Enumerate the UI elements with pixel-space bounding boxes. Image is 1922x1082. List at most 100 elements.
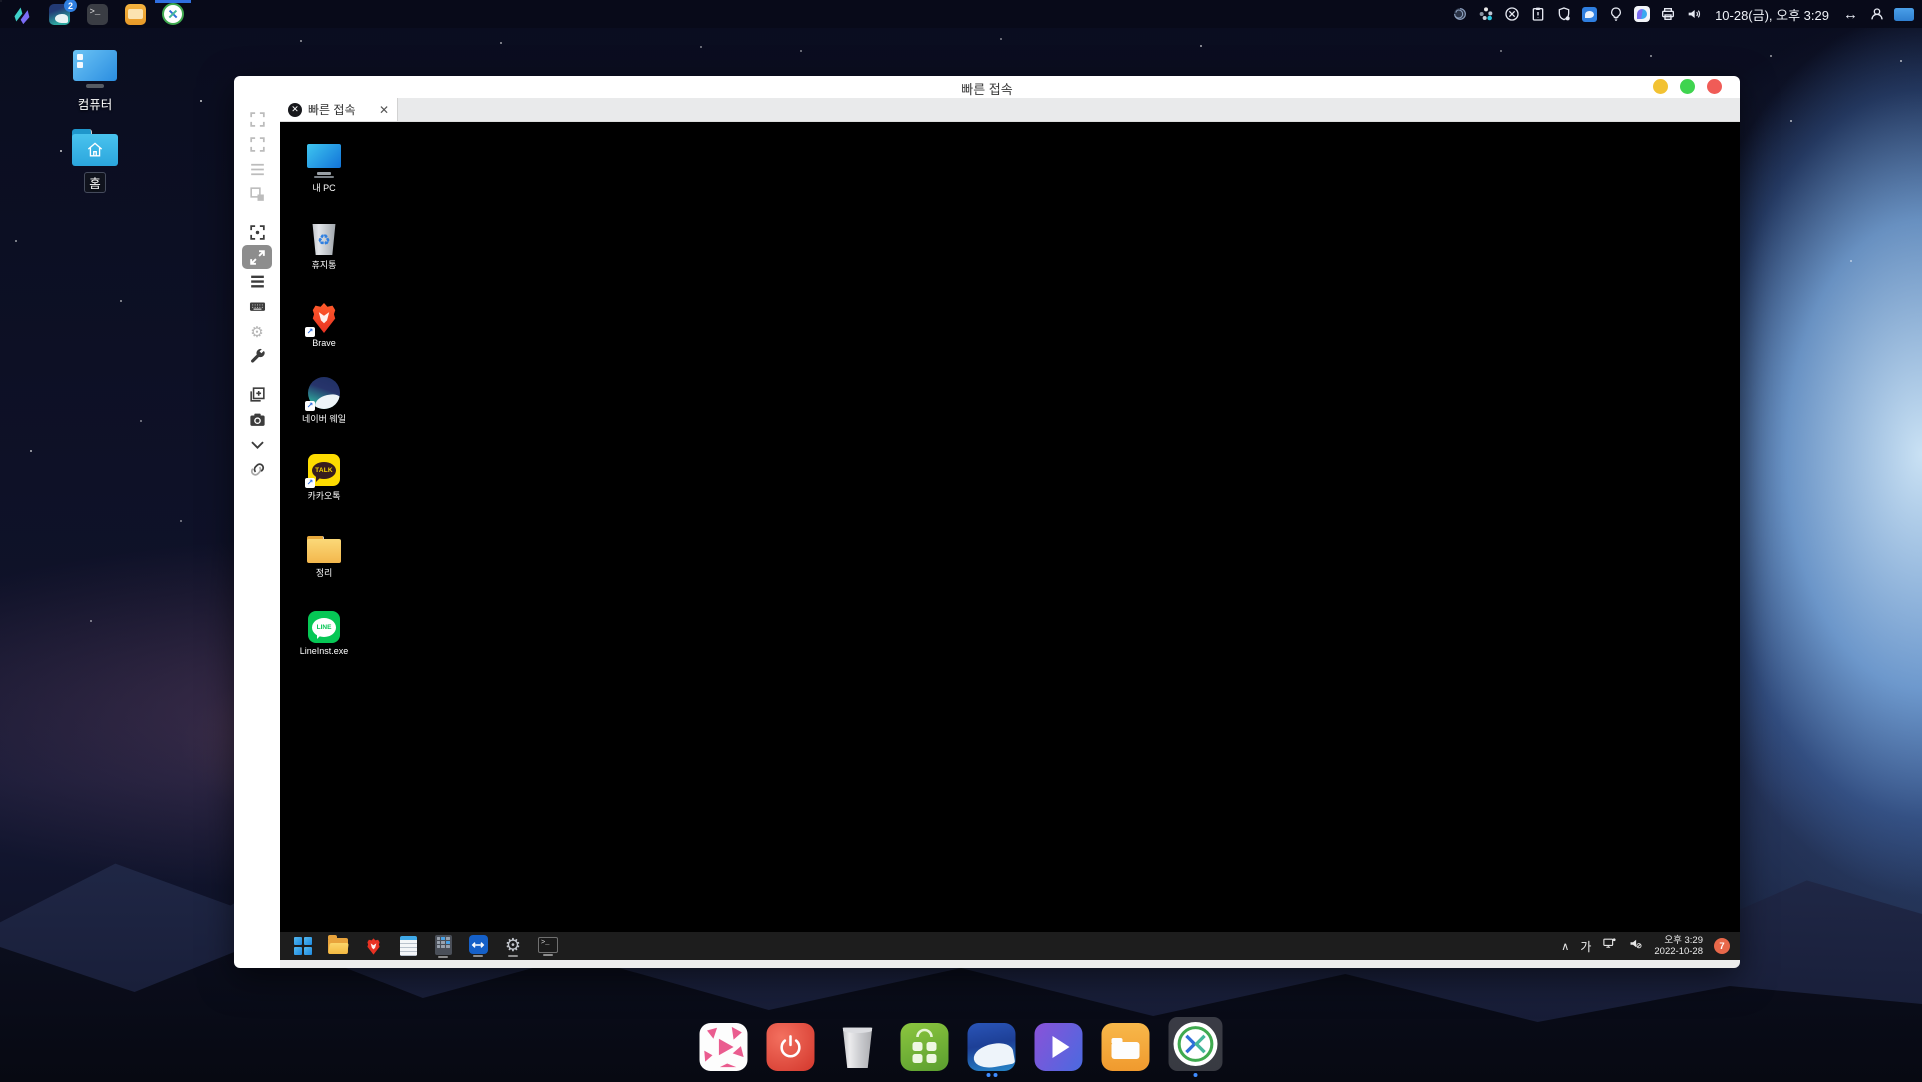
desktop-icon-label: 홈: [84, 172, 106, 193]
keyboard-icon[interactable]: [242, 294, 272, 319]
window-controls: [1653, 79, 1722, 94]
disconnect-link-icon[interactable]: [242, 457, 272, 482]
cmd-icon: >_: [538, 937, 558, 953]
viewer-tool-sidebar: ⚙: [234, 98, 280, 968]
remote-icon-folder[interactable]: 정리: [290, 523, 358, 579]
menu-bold-icon[interactable]: [242, 269, 272, 294]
sync-colored-icon[interactable]: [1477, 6, 1494, 23]
adaptive-scale-icon[interactable]: [242, 245, 272, 269]
launcher-remote-connect[interactable]: [160, 0, 186, 28]
remote-icon-brave[interactable]: ↗ Brave: [290, 292, 358, 348]
user-icon[interactable]: [1868, 6, 1885, 23]
detach-window-icon[interactable]: [242, 182, 272, 207]
launcher-file-manager[interactable]: [122, 0, 148, 28]
shortcut-arrow-badge: ↗: [305, 401, 315, 411]
fit-window-icon[interactable]: [242, 107, 272, 132]
desktop-icon-area: 컴퓨터 홈: [55, 50, 135, 209]
notepad-icon: [400, 936, 417, 956]
shortcut-arrow-badge: ↗: [305, 478, 315, 488]
collapse-chevron-icon[interactable]: [242, 432, 272, 457]
security-shield-icon[interactable]: [1555, 6, 1572, 23]
running-indicator: [986, 1072, 997, 1078]
remote-icon-naver-whale[interactable]: ↗ 네이버 웨일: [290, 369, 358, 425]
dock-item-trash[interactable]: [834, 1023, 882, 1078]
recycle-bin-icon: ♻: [311, 224, 337, 255]
house-icon: [85, 140, 105, 160]
launcher-terminal[interactable]: >_: [84, 0, 110, 28]
dock-item-whale-browser[interactable]: [968, 1023, 1016, 1078]
network-display-icon[interactable]: [1602, 936, 1617, 956]
whale-tray-icon[interactable]: [1633, 6, 1650, 23]
notification-count-badge[interactable]: 7: [1714, 938, 1730, 954]
remote-icon-my-pc[interactable]: 내 PC: [290, 138, 358, 194]
top-panel: 2 >_: [0, 0, 1922, 28]
gear-icon: ⚙: [505, 936, 521, 954]
remote-clock-time: 오후 3:29: [1654, 935, 1703, 946]
teamviewer-button[interactable]: [467, 935, 489, 957]
brave-taskbar-button[interactable]: [362, 937, 384, 956]
active-app-highlight: [1169, 1017, 1223, 1071]
settings-button[interactable]: ⚙: [502, 936, 524, 957]
volume-icon[interactable]: [1685, 6, 1702, 23]
calculator-button[interactable]: [432, 935, 454, 958]
minimize-button[interactable]: [1653, 79, 1668, 94]
launcher-hamonikr-menu[interactable]: [8, 0, 34, 28]
window-title: 빠른 접속: [234, 79, 1740, 98]
start-button[interactable]: [292, 937, 314, 955]
terminal-button[interactable]: >_: [537, 937, 559, 956]
remote-clock-date: 2022-10-28: [1654, 946, 1703, 957]
remote-icon-kakaotalk[interactable]: TALK ↗ 카카오톡: [290, 446, 358, 502]
dock-item-app-store[interactable]: [901, 1023, 949, 1078]
launcher-whale-browser[interactable]: 2: [46, 0, 72, 28]
dock-item-video-player[interactable]: [1035, 1023, 1083, 1078]
resize-arrows-icon[interactable]: ↔: [1842, 6, 1859, 23]
desktop-icon-label: 컴퓨터: [78, 94, 113, 113]
remote-connect-tray-icon[interactable]: [1503, 6, 1520, 23]
brave-icon: [365, 937, 382, 956]
dock-item-shutdown[interactable]: [767, 1023, 815, 1078]
power-icon: [767, 1023, 815, 1071]
file-explorer-button[interactable]: [327, 938, 349, 954]
notification-pill[interactable]: [1894, 8, 1914, 21]
volume-muted-icon[interactable]: [1628, 936, 1643, 956]
remote-viewer-window: 빠른 접속: [234, 76, 1740, 968]
remote-connect-icon: [162, 3, 184, 25]
korean-ime-indicator[interactable]: 가: [1580, 938, 1591, 955]
remote-clock[interactable]: 오후 3:29 2022-10-28: [1654, 935, 1703, 958]
korean-ime-icon[interactable]: [1581, 6, 1598, 23]
dock-item-remote-connect[interactable]: [1169, 1017, 1223, 1078]
desktop-icon-home[interactable]: 홈: [55, 129, 135, 193]
screenshot-camera-icon[interactable]: [242, 407, 272, 432]
new-session-icon[interactable]: [242, 382, 272, 407]
dock-item-media-player-haruna[interactable]: [700, 1023, 748, 1078]
close-button[interactable]: [1707, 79, 1722, 94]
maximize-button[interactable]: [1680, 79, 1695, 94]
whale-notification-badge: 2: [64, 0, 77, 12]
dock-item-file-manager[interactable]: [1102, 1023, 1150, 1078]
original-scale-icon[interactable]: [242, 220, 272, 245]
panel-clock[interactable]: 10-28(금), 오후 3:29: [1715, 5, 1829, 24]
night-light-icon[interactable]: [1607, 6, 1624, 23]
top-panel-tray: 10-28(금), 오후 3:29 ↔: [1451, 0, 1914, 28]
window-titlebar[interactable]: 빠른 접속: [234, 76, 1740, 98]
printer-icon[interactable]: [1659, 6, 1676, 23]
windows-start-icon: [294, 937, 312, 955]
tray-chevron-up-icon[interactable]: ∧: [1561, 940, 1569, 953]
notepad-button[interactable]: [397, 936, 419, 956]
app-store-icon: [901, 1023, 949, 1071]
remote-icon-line-installer[interactable]: LINE LineInst.exe: [290, 600, 358, 656]
remote-icon-recycle-bin[interactable]: ♻ 휴지통: [290, 215, 358, 271]
fullscreen-icon[interactable]: [242, 132, 272, 157]
session-tab-close-icon[interactable]: ✕: [379, 103, 389, 117]
session-tab-icon: ✕: [288, 103, 302, 117]
remote-desktop-screen[interactable]: 내 PC ♻ 휴지통: [280, 122, 1740, 932]
session-tab[interactable]: ✕ 빠른 접속 ✕: [280, 98, 398, 121]
spiral-icon[interactable]: [1451, 6, 1468, 23]
clipboard-alert-icon[interactable]: [1529, 6, 1546, 23]
menu-icon[interactable]: [242, 157, 272, 182]
preferences-gears-icon[interactable]: ⚙: [242, 319, 272, 344]
desktop-icon-computer[interactable]: 컴퓨터: [55, 50, 135, 113]
file-manager-icon: [125, 4, 146, 25]
tools-wrench-icon[interactable]: [242, 344, 272, 369]
computer-icon-stand: [86, 84, 104, 88]
